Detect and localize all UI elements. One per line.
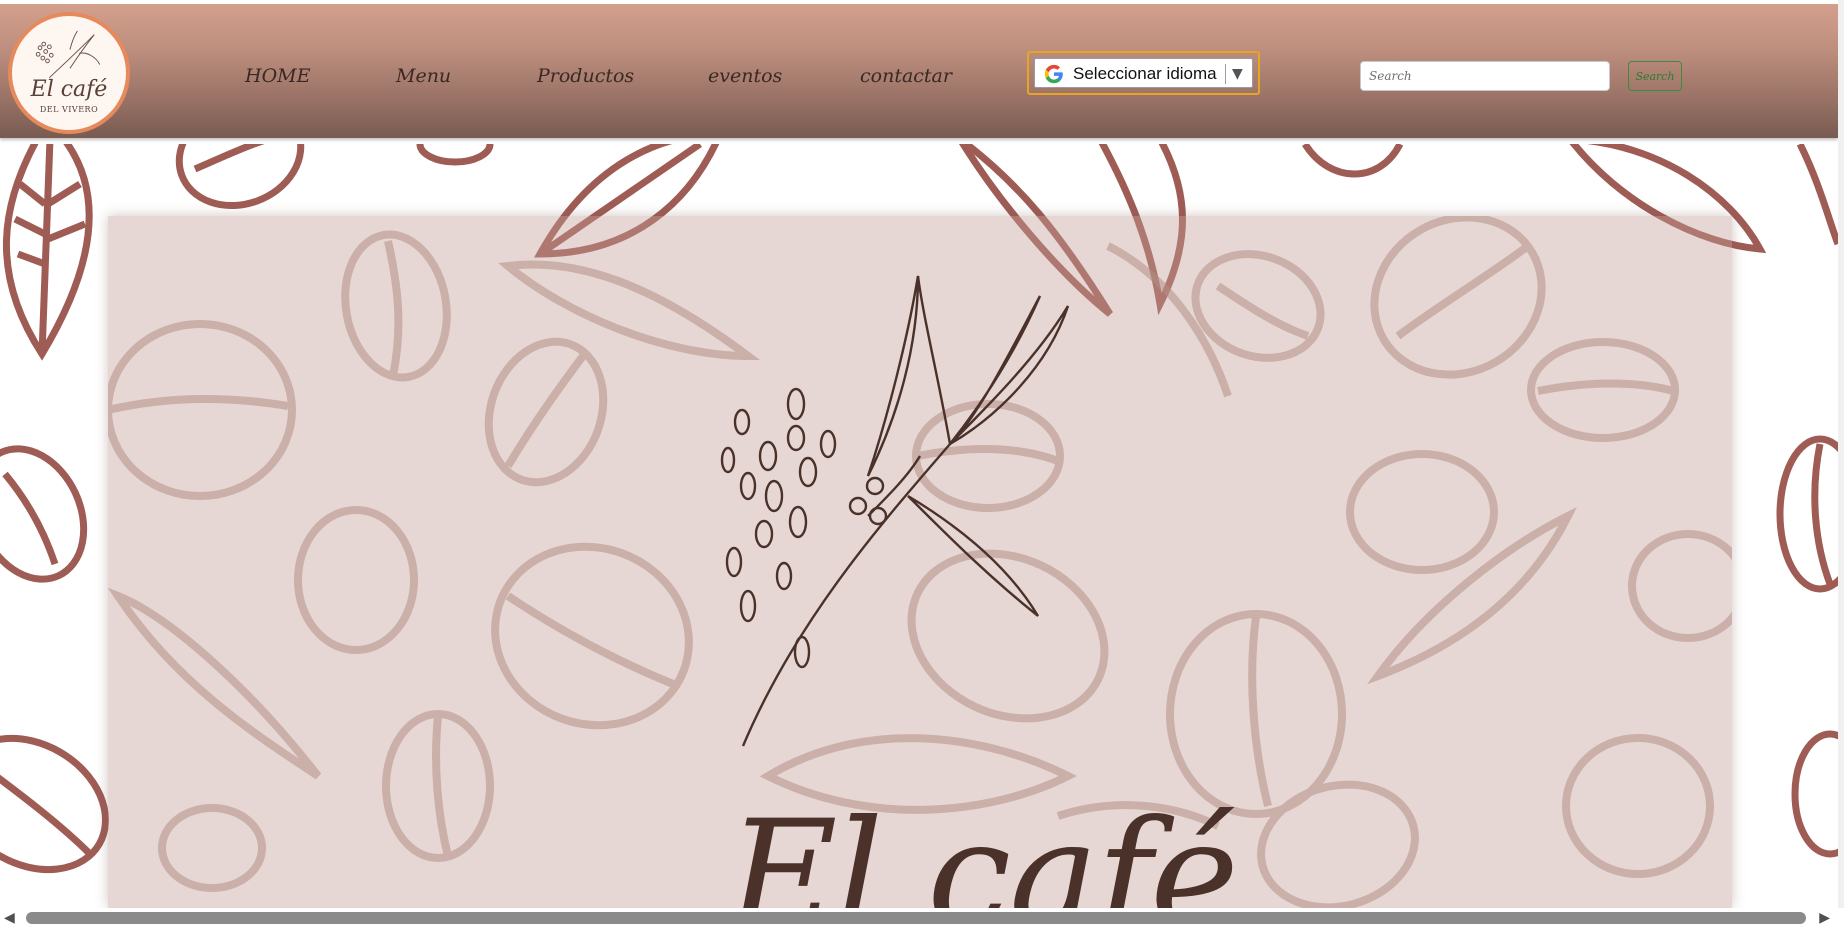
google-icon <box>1044 64 1063 84</box>
nav-home[interactable]: HOME <box>245 62 310 90</box>
nav-productos[interactable]: Productos <box>537 62 634 90</box>
nav-menu[interactable]: Menu <box>396 62 451 90</box>
search-button[interactable]: Search <box>1628 61 1682 91</box>
horizontal-scrollbar[interactable]: ◀ ▶ <box>0 908 1844 930</box>
vertical-scrollbar[interactable] <box>1838 0 1844 908</box>
chevron-down-icon[interactable]: ▼ <box>1232 59 1243 89</box>
nav-eventos[interactable]: eventos <box>708 62 782 90</box>
language-label: Seleccionar idioma <box>1073 64 1217 83</box>
site-header: El café DEL VIVERO HOME Menu Productos e… <box>0 4 1838 138</box>
search-input[interactable] <box>1360 61 1610 91</box>
hero-title: El café <box>728 789 1239 908</box>
nav-contactar[interactable]: contactar <box>860 62 952 90</box>
language-selector[interactable]: Seleccionar idioma ▼ <box>1027 51 1260 95</box>
language-separator <box>1225 64 1226 84</box>
scroll-left-icon[interactable]: ◀ <box>4 910 15 926</box>
main-content: El café <box>0 144 1838 908</box>
browser-viewport: El café DEL VIVERO HOME Menu Productos e… <box>0 0 1844 930</box>
hero-banner: El café <box>108 216 1732 908</box>
scrollbar-thumb[interactable] <box>26 912 1806 924</box>
language-select-box[interactable]: Seleccionar idioma ▼ <box>1034 58 1253 88</box>
scroll-right-icon[interactable]: ▶ <box>1819 910 1830 926</box>
